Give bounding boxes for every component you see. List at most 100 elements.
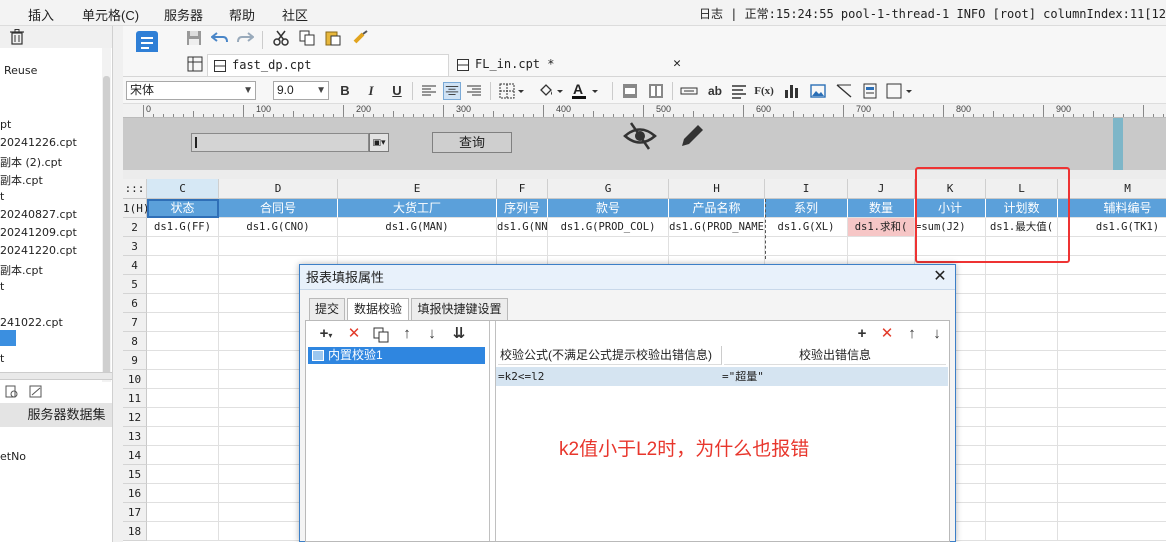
header-cell[interactable]: 产品名称 [669, 199, 765, 218]
data-cell[interactable]: ds1.G(NN [497, 218, 548, 237]
copy-icon[interactable] [373, 327, 389, 343]
empty-cell[interactable] [1058, 313, 1166, 332]
font-size-select[interactable]: 9.0 ▼ [273, 81, 329, 100]
header-cell[interactable]: 合同号 [219, 199, 338, 218]
align-right-icon[interactable] [466, 83, 482, 99]
file-item[interactable]: 20241209.cpt [0, 226, 77, 239]
row-header[interactable]: 11 [123, 389, 147, 408]
header-cell[interactable]: 数量 [848, 199, 915, 218]
row-header[interactable]: 16 [123, 484, 147, 503]
row-header[interactable]: 14 [123, 446, 147, 465]
server-dataset-button[interactable]: 服务器数据集 [0, 403, 112, 427]
underline-button[interactable]: U [389, 83, 405, 99]
copy-icon[interactable] [299, 30, 315, 46]
row-header[interactable]: 5 [123, 275, 147, 294]
empty-cell[interactable] [1058, 427, 1166, 446]
delete-icon[interactable]: ✕ [879, 325, 895, 343]
empty-cell[interactable] [986, 294, 1058, 313]
column-header[interactable]: G [548, 179, 669, 199]
empty-cell[interactable] [338, 237, 497, 256]
empty-cell[interactable] [986, 313, 1058, 332]
scrollbar-thumb[interactable] [103, 76, 110, 376]
move-up-icon[interactable]: ↑ [904, 325, 920, 343]
empty-cell[interactable] [1058, 294, 1166, 313]
selected-file-highlight[interactable] [0, 330, 16, 346]
empty-cell[interactable] [147, 465, 219, 484]
header-cell[interactable]: 辅料编号 [1058, 199, 1166, 218]
validation-tree-item[interactable]: 内置校验1 [308, 347, 485, 364]
sub-report-icon[interactable] [862, 83, 878, 99]
chart-icon[interactable] [784, 83, 800, 99]
menu-community[interactable]: 社区 [282, 5, 308, 24]
image-icon[interactable] [810, 83, 826, 99]
move-up-icon[interactable]: ↑ [399, 325, 415, 343]
empty-cell[interactable] [1058, 446, 1166, 465]
empty-cell[interactable] [219, 237, 338, 256]
file-item[interactable]: 副本 (2).cpt [0, 154, 62, 170]
dataset-item[interactable]: etNo [0, 450, 26, 463]
menu-insert[interactable]: 插入 [28, 5, 54, 24]
empty-cell[interactable] [1058, 275, 1166, 294]
empty-cell[interactable] [147, 275, 219, 294]
insert-text-button[interactable]: ab [706, 83, 724, 99]
data-cell[interactable]: ds1.G(FF) [147, 218, 219, 237]
column-header[interactable]: F [497, 179, 548, 199]
file-item[interactable]: 241022.cpt [0, 316, 63, 329]
tab-fast-dp[interactable]: fast_dp.cpt [207, 54, 449, 76]
parameter-input[interactable] [191, 133, 369, 152]
font-name-select[interactable]: 宋体 ▼ [126, 81, 256, 100]
row-header[interactable]: 12 [123, 408, 147, 427]
empty-cell[interactable] [147, 503, 219, 522]
eye-hidden-icon[interactable] [623, 121, 657, 151]
empty-cell[interactable] [986, 427, 1058, 446]
empty-cell[interactable] [147, 427, 219, 446]
tab-fl-in[interactable]: FL_in.cpt * ✕ [451, 54, 687, 76]
menu-server[interactable]: 服务器 [164, 5, 203, 24]
data-cell[interactable]: ds1.G(MAN) [338, 218, 497, 237]
fill-color-icon[interactable] [537, 82, 565, 100]
column-header[interactable]: E [338, 179, 497, 199]
empty-cell[interactable] [1058, 256, 1166, 275]
query-button[interactable]: 查询 [432, 132, 512, 153]
file-item[interactable]: pt [0, 118, 11, 131]
empty-cell[interactable] [986, 446, 1058, 465]
parameter-dropdown-button[interactable]: ▣▾ [369, 133, 389, 152]
add-icon[interactable]: + [854, 325, 870, 343]
empty-cell[interactable] [669, 237, 765, 256]
empty-cell[interactable] [986, 389, 1058, 408]
validation-row[interactable]: =k2<=l2 ="超量" [496, 367, 948, 386]
data-cell[interactable]: ds1.G(CNO) [219, 218, 338, 237]
close-tab-icon[interactable]: ✕ [673, 54, 681, 74]
align-center-icon[interactable] [443, 82, 461, 100]
file-item[interactable]: 副本.cpt [0, 172, 43, 188]
menu-help[interactable]: 帮助 [229, 5, 255, 24]
empty-cell[interactable] [1058, 370, 1166, 389]
row-header[interactable]: 18 [123, 522, 147, 541]
data-cell[interactable]: ds1.求和( [848, 218, 915, 237]
row-header[interactable]: 4 [123, 256, 147, 275]
row-header[interactable]: 3 [123, 237, 147, 256]
save-icon[interactable] [186, 30, 202, 46]
header-cell[interactable]: 系列 [765, 199, 848, 218]
file-item[interactable]: 20241220.cpt [0, 244, 77, 257]
empty-cell[interactable] [1058, 465, 1166, 484]
row-header[interactable]: 13 [123, 427, 147, 446]
file-item[interactable]: t [0, 280, 4, 293]
empty-cell[interactable] [1058, 351, 1166, 370]
close-icon[interactable]: ✕ [931, 268, 949, 286]
header-cell[interactable]: 状态 [147, 199, 219, 218]
header-cell[interactable]: 序列号 [497, 199, 548, 218]
empty-cell[interactable] [848, 237, 915, 256]
redo-icon[interactable] [236, 30, 254, 46]
empty-cell[interactable] [986, 351, 1058, 370]
empty-cell[interactable] [986, 484, 1058, 503]
file-item[interactable]: 副本.cpt [0, 262, 43, 278]
column-header[interactable]: J [848, 179, 915, 199]
empty-cell[interactable] [986, 408, 1058, 427]
tab-shortcut-settings[interactable]: 填报快捷键设置 [411, 298, 508, 320]
move-down-icon[interactable]: ↓ [424, 325, 440, 343]
empty-cell[interactable] [1058, 484, 1166, 503]
row-header[interactable]: 6 [123, 294, 147, 313]
file-item[interactable]: Reuse [4, 64, 37, 77]
empty-cell[interactable] [986, 522, 1058, 541]
